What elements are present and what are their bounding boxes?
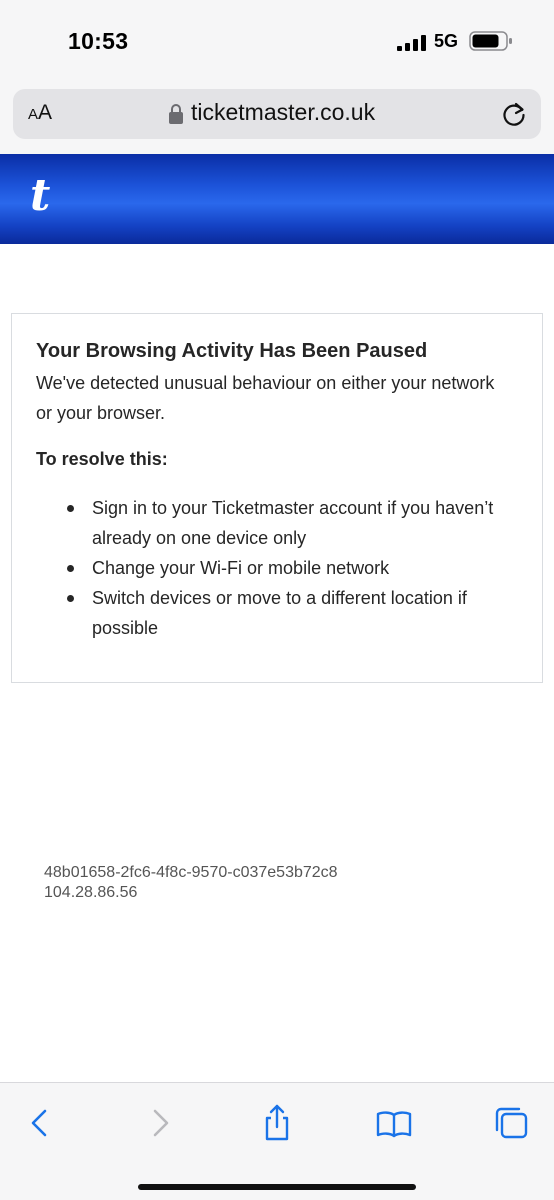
bookmarks-icon[interactable] (374, 1103, 414, 1143)
request-id: 48b01658-2fc6-4f8c-9570-c037e53b72c8 (44, 864, 338, 881)
text-size-button[interactable]: AA (28, 101, 52, 125)
resolve-heading: To resolve this: (36, 449, 168, 469)
address-bar[interactable]: AA ticketmaster.co.uk (13, 89, 541, 139)
status-time: 10:53 (68, 28, 129, 54)
status-bar: 10:53 5G (0, 0, 554, 80)
site-header: t (0, 154, 554, 244)
reference-info: 48b01658-2fc6-4f8c-9570-c037e53b72c8 104… (44, 863, 338, 903)
list-item: Change your Wi-Fi or mobile network (36, 553, 526, 583)
step-text: Sign in to your Ticketmaster account if … (92, 498, 494, 548)
ticketmaster-logo[interactable]: t (30, 170, 50, 221)
message-description: We've detected unusual behaviour on eith… (36, 373, 495, 423)
lock-icon (169, 104, 183, 124)
step-text: Switch devices or move to a different lo… (92, 588, 467, 638)
reload-icon[interactable] (500, 100, 528, 128)
battery-icon (469, 31, 512, 51)
paused-message-card: Your Browsing Activity Has Been Paused W… (11, 313, 543, 683)
browser-bar: AA ticketmaster.co.uk (0, 80, 554, 154)
forward-icon[interactable] (140, 1103, 180, 1143)
list-item: Sign in to your Ticketmaster account if … (36, 493, 526, 553)
url-text[interactable]: ticketmaster.co.uk (191, 99, 375, 126)
cellular-signal-icon (397, 35, 426, 51)
message-title: Your Browsing Activity Has Been Paused (36, 340, 428, 362)
share-icon[interactable] (257, 1103, 297, 1143)
home-indicator[interactable] (138, 1184, 416, 1190)
tabs-icon[interactable] (492, 1103, 532, 1143)
back-icon[interactable] (20, 1103, 60, 1143)
ip-address: 104.28.86.56 (44, 884, 138, 901)
resolve-steps-list: Sign in to your Ticketmaster account if … (36, 493, 526, 643)
list-item: Switch devices or move to a different lo… (36, 583, 526, 643)
browser-toolbar (0, 1082, 554, 1200)
bullet-icon (67, 565, 74, 572)
bullet-icon (67, 595, 74, 602)
bullet-icon (67, 505, 74, 512)
network-type: 5G (434, 31, 459, 51)
step-text: Change your Wi-Fi or mobile network (92, 558, 390, 578)
